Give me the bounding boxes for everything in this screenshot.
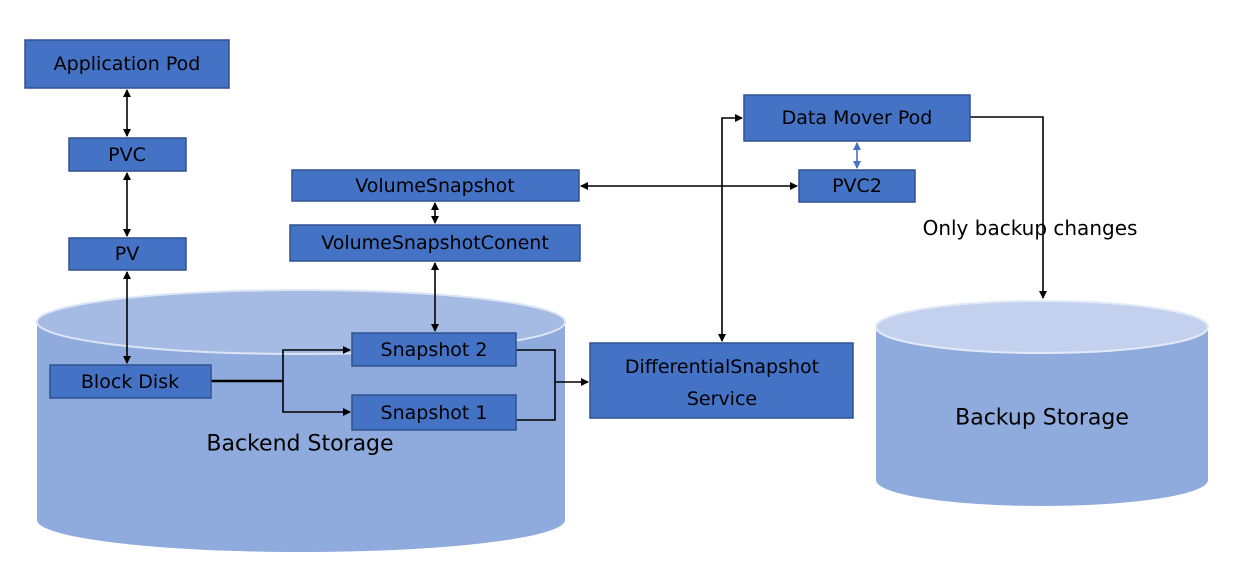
pvc-box: PVC xyxy=(68,137,187,172)
dss-label-line2: Service xyxy=(687,388,757,410)
data-mover-pod-label: Data Mover Pod xyxy=(782,107,933,129)
volume-snapshot-content-label: VolumeSnapshotConent xyxy=(321,232,549,254)
snapshot1-label: Snapshot 1 xyxy=(381,402,488,424)
volume-snapshot-content-box: VolumeSnapshotConent xyxy=(289,224,581,262)
backup-storage-label: Backup Storage xyxy=(955,406,1129,431)
pvc2-label: PVC2 xyxy=(832,175,882,197)
volume-snapshot-label: VolumeSnapshot xyxy=(355,175,515,197)
only-backup-changes-annotation: Only backup changes xyxy=(923,216,1138,240)
snapshot2-label: Snapshot 2 xyxy=(381,339,488,361)
volume-snapshot-box: VolumeSnapshot xyxy=(291,169,580,202)
application-pod-box: Application Pod xyxy=(24,39,230,89)
snapshot2-box: Snapshot 2 xyxy=(351,332,517,367)
pv-box: PV xyxy=(68,237,187,271)
snapshot1-box: Snapshot 1 xyxy=(351,394,517,431)
architecture-diagram: Backend Storage Backup Storage Applicati… xyxy=(24,39,1209,552)
backup-storage-cylinder: Backup Storage xyxy=(875,300,1209,506)
datamover-backup-arrow xyxy=(970,116,1047,299)
data-mover-pod-box: Data Mover Pod xyxy=(743,94,971,142)
pvc2-box: PVC2 xyxy=(798,169,916,203)
dss-datamover-arrow xyxy=(718,114,743,342)
pvc-label: PVC xyxy=(108,144,146,166)
backend-storage-label: Backend Storage xyxy=(206,432,393,457)
block-disk-label: Block Disk xyxy=(81,371,179,393)
dss-label-line1: DifferentialSnapshot xyxy=(625,356,819,378)
differential-snapshot-service-box: DifferentialSnapshot Service xyxy=(589,342,854,419)
application-pod-label: Application Pod xyxy=(54,53,201,75)
block-disk-box: Block Disk xyxy=(49,364,212,399)
pv-label: PV xyxy=(115,243,139,265)
